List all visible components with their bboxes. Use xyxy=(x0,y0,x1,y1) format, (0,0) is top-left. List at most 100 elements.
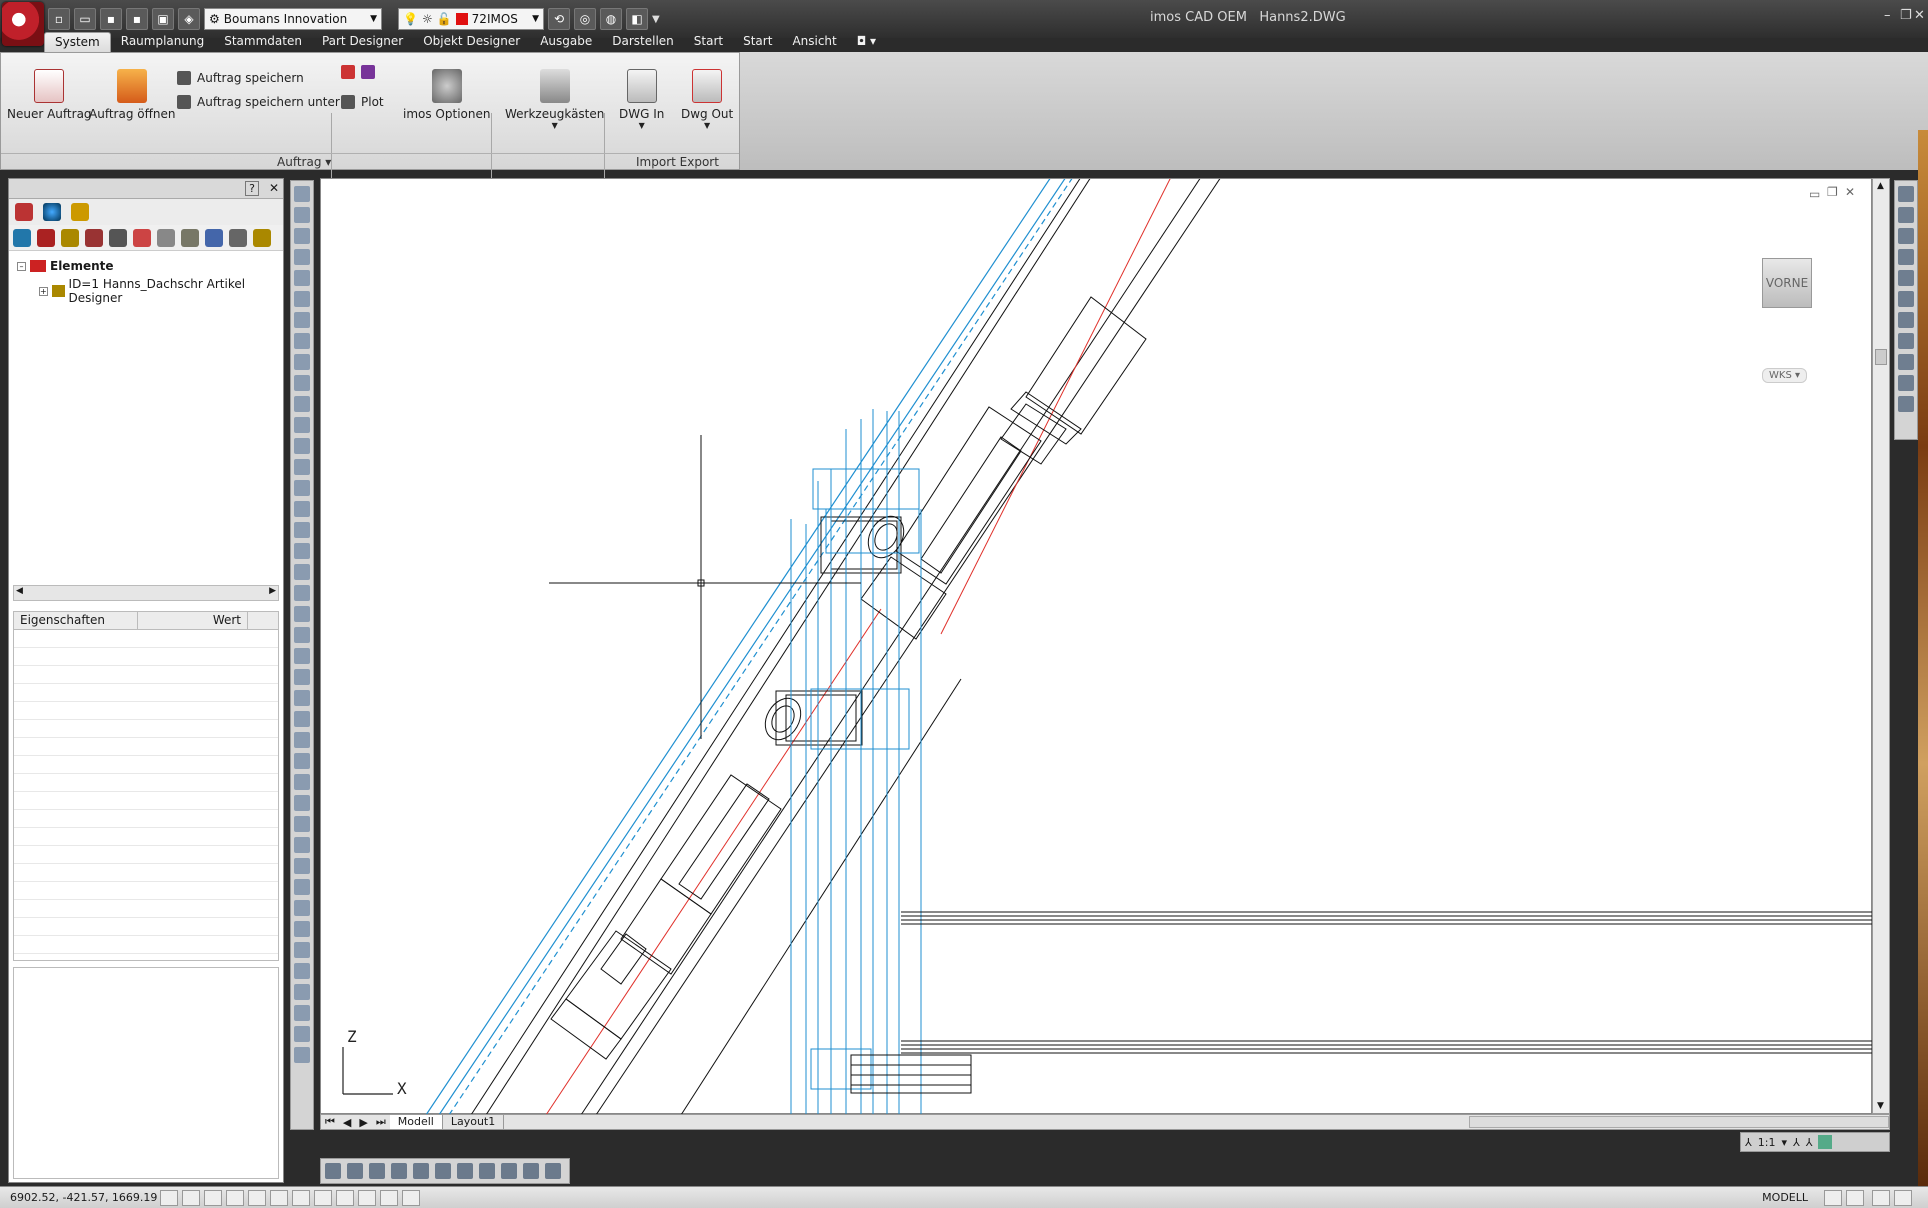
wedge-icon[interactable] xyxy=(294,984,310,1000)
ellipse-icon[interactable] xyxy=(294,732,310,748)
swap-icon[interactable] xyxy=(205,228,223,247)
circle-icon[interactable] xyxy=(294,669,310,685)
make-block-icon[interactable] xyxy=(294,795,310,811)
scroll-down-icon[interactable]: ▼ xyxy=(1877,1101,1884,1111)
scroll-left-icon[interactable]: ◀ xyxy=(16,586,23,596)
new-icon[interactable]: ▫ xyxy=(48,8,70,30)
join-icon[interactable] xyxy=(294,459,310,475)
quick-view-layouts-icon[interactable] xyxy=(1824,1190,1842,1206)
ortho-toggle[interactable] xyxy=(204,1189,222,1206)
right-view-icon[interactable] xyxy=(1898,270,1914,286)
open-icon[interactable]: ▭ xyxy=(74,8,96,30)
osnap-toggle[interactable] xyxy=(248,1189,266,1206)
point-icon[interactable] xyxy=(294,816,310,832)
region-icon[interactable] xyxy=(294,879,310,895)
layer-select[interactable]: 💡 ☼ 🔓 72IMOS ▼ xyxy=(398,8,544,30)
spline-icon[interactable] xyxy=(294,711,310,727)
add-selected-icon[interactable] xyxy=(294,942,310,958)
eraser-icon[interactable] xyxy=(109,228,127,247)
layer-prev-icon[interactable]: ◎ xyxy=(574,8,596,30)
add-icon[interactable] xyxy=(523,1163,539,1179)
model-space-label[interactable]: MODELL xyxy=(1762,1191,1808,1204)
back-view-icon[interactable] xyxy=(1898,312,1914,328)
snap-toggle[interactable] xyxy=(160,1189,178,1206)
globe-icon[interactable] xyxy=(13,228,31,247)
help-button[interactable]: ? xyxy=(245,181,259,196)
open-order-button[interactable]: Auftrag öffnen xyxy=(89,69,175,121)
qat-more-icon[interactable]: ▼ xyxy=(652,14,660,25)
ellipse-arc-icon[interactable] xyxy=(294,753,310,769)
filter-icon[interactable] xyxy=(181,228,199,247)
toolboxes-button[interactable]: Werkzeugkästen ▼ xyxy=(505,69,604,130)
quick-calc-icon[interactable] xyxy=(457,1163,473,1179)
drawing-horizontal-scrollbar[interactable] xyxy=(1469,1116,1889,1128)
tab-start[interactable]: Start xyxy=(684,32,733,52)
layer-walk-icon[interactable]: ◧ xyxy=(626,8,648,30)
named-views-icon[interactable] xyxy=(1898,186,1914,202)
regen-icon[interactable] xyxy=(545,1163,561,1179)
tab-layout1[interactable]: Layout1 xyxy=(443,1115,505,1129)
cylinder-icon[interactable] xyxy=(294,1047,310,1063)
erase-icon[interactable] xyxy=(294,186,310,202)
construction-line-icon[interactable] xyxy=(294,564,310,580)
polar-toggle[interactable] xyxy=(226,1189,244,1206)
print-icon[interactable]: ▣ xyxy=(152,8,174,30)
tree-node-root[interactable]: – Elemente xyxy=(17,259,114,273)
tree-node-child[interactable]: + ID=1 Hanns_Dachschr Artikel Designer xyxy=(39,277,283,305)
tab-elements-icon[interactable] xyxy=(15,203,33,221)
nw-iso-icon[interactable] xyxy=(1898,396,1914,412)
plot-preview-buttons[interactable] xyxy=(341,65,375,79)
annotation-visibility-icon[interactable]: ⅄ xyxy=(1793,1136,1800,1149)
tree-horizontal-scrollbar[interactable]: ◀ ▶ xyxy=(13,585,279,601)
scroll-thumb[interactable] xyxy=(1875,349,1887,365)
drawing-viewport[interactable]: Z X ▭ ❐ ✕ xyxy=(320,178,1873,1115)
pan-icon[interactable] xyxy=(479,1163,495,1179)
rotate-icon[interactable] xyxy=(294,312,310,328)
match-properties-icon[interactable] xyxy=(347,1163,363,1179)
tab-objekt-designer[interactable]: Objekt Designer xyxy=(413,32,530,52)
close-button[interactable]: ✕ xyxy=(269,181,279,195)
copy-icon[interactable] xyxy=(294,207,310,223)
text-icon[interactable] xyxy=(294,921,310,937)
close-icon[interactable]: ✕ xyxy=(1914,8,1925,23)
save-order-as-button[interactable]: Auftrag speichern unter xyxy=(177,95,340,109)
workspace-switch-icon[interactable] xyxy=(1818,1135,1833,1149)
lineweight-toggle[interactable] xyxy=(336,1189,354,1206)
sc-toggle[interactable] xyxy=(380,1189,398,1206)
coordinate-readout[interactable]: 6902.52, -421.57, 1669.19 xyxy=(0,1191,160,1204)
workspace-gear-icon[interactable] xyxy=(1872,1190,1890,1206)
restore-icon[interactable]: ❐ xyxy=(1900,8,1912,23)
app-menu-button[interactable] xyxy=(2,2,44,46)
match-layer-icon[interactable]: ⟲ xyxy=(548,8,570,30)
expand-icon[interactable]: + xyxy=(39,286,48,296)
ribbon-options-icon[interactable]: ◘ ▾ xyxy=(847,32,886,52)
panel-auftrag-label[interactable]: Auftrag ▾ xyxy=(277,155,331,169)
polygon-icon[interactable] xyxy=(294,606,310,622)
front-view-icon[interactable] xyxy=(1898,291,1914,307)
layer-iso-icon[interactable]: ◍ xyxy=(600,8,622,30)
tab-part-designer[interactable]: Part Designer xyxy=(312,32,413,52)
scroll-right-icon[interactable]: ▶ xyxy=(269,586,276,596)
tab-darstellen[interactable]: Darstellen xyxy=(602,32,684,52)
trim-icon[interactable] xyxy=(294,375,310,391)
dwg-in-button[interactable]: DWG In ▼ xyxy=(619,69,664,130)
viewport-close-icon[interactable]: ✕ xyxy=(1845,185,1855,199)
edit-icon[interactable] xyxy=(133,228,151,247)
dwg-out-button[interactable]: Dwg Out ▼ xyxy=(681,69,733,130)
tab-first-icon[interactable]: ⏮ xyxy=(321,1115,339,1129)
collapse-icon[interactable]: – xyxy=(17,261,26,271)
qp-toggle[interactable] xyxy=(358,1189,376,1206)
rectangle-icon[interactable] xyxy=(294,627,310,643)
arc-icon[interactable] xyxy=(294,648,310,664)
ne-iso-icon[interactable] xyxy=(1898,375,1914,391)
explode-icon[interactable] xyxy=(294,522,310,538)
tab-folder-icon[interactable] xyxy=(71,203,89,221)
dyn-toggle[interactable] xyxy=(314,1189,332,1206)
plot-button[interactable]: Plot xyxy=(341,95,384,109)
save-as-icon[interactable]: ▪ xyxy=(126,8,148,30)
viewport-minimize-icon[interactable]: ▭ xyxy=(1809,187,1820,201)
minimize-icon[interactable]: – xyxy=(1884,8,1891,23)
gradient-icon[interactable] xyxy=(294,858,310,874)
se-iso-icon[interactable] xyxy=(1898,354,1914,370)
cube-yellow-icon[interactable] xyxy=(61,228,79,247)
